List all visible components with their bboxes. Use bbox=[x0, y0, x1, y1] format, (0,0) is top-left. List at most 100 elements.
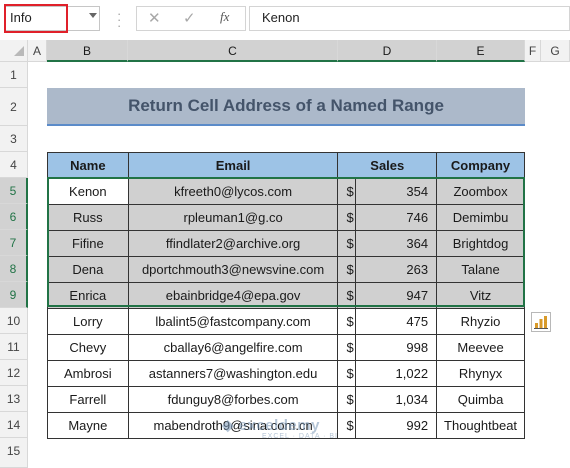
column-header-c[interactable]: C bbox=[128, 40, 338, 62]
insert-function-icon[interactable]: fx bbox=[220, 9, 229, 25]
cell-company[interactable]: Demimbu bbox=[436, 204, 525, 231]
column-header-d[interactable]: D bbox=[338, 40, 437, 62]
cell-sales[interactable]: 354 bbox=[355, 178, 438, 205]
row-header-15[interactable]: 15 bbox=[0, 438, 28, 468]
row-header-9[interactable]: 9 bbox=[0, 282, 28, 308]
cell-name[interactable]: Enrica bbox=[47, 282, 129, 309]
cell-email[interactable]: cballay6@angelfire.com bbox=[127, 334, 339, 361]
table-row: Ambrosi astanners7@washington.edu $ 1,02… bbox=[47, 360, 525, 387]
cell-currency[interactable]: $ bbox=[337, 204, 357, 231]
cell-company[interactable]: Brightdog bbox=[436, 230, 525, 257]
header-company[interactable]: Company bbox=[436, 152, 525, 179]
table-row: Chevy cballay6@angelfire.com $ 998 Meeve… bbox=[47, 334, 525, 361]
row-header-6[interactable]: 6 bbox=[0, 204, 28, 230]
table-row: Kenon kfreeth0@lycos.com $ 354 Zoombox bbox=[47, 178, 525, 205]
cell-currency[interactable]: $ bbox=[337, 308, 357, 335]
header-name[interactable]: Name bbox=[47, 152, 129, 179]
cancel-icon[interactable]: ✕ bbox=[148, 9, 161, 27]
cell-name[interactable]: Farrell bbox=[47, 386, 129, 413]
row-header-10[interactable]: 10 bbox=[0, 308, 28, 334]
quick-analysis-button[interactable] bbox=[531, 312, 551, 332]
cell-email[interactable]: astanners7@washington.edu bbox=[127, 360, 339, 387]
cell-email[interactable]: ffindlater2@archive.org bbox=[127, 230, 339, 257]
cell-sales[interactable]: 992 bbox=[355, 412, 438, 439]
cell-name[interactable]: Russ bbox=[47, 204, 129, 231]
cell-name[interactable]: Fifine bbox=[47, 230, 129, 257]
row-header-1[interactable]: 1 bbox=[0, 62, 28, 88]
cell-name[interactable]: Chevy bbox=[47, 334, 129, 361]
row-header-13[interactable]: 13 bbox=[0, 386, 28, 412]
table-row: Enrica ebainbridge4@epa.gov $ 947 Vitz bbox=[47, 282, 525, 309]
cell-sales[interactable]: 263 bbox=[355, 256, 438, 283]
table-row: Fifine ffindlater2@archive.org $ 364 Bri… bbox=[47, 230, 525, 257]
cell-currency[interactable]: $ bbox=[337, 334, 357, 361]
name-box-value: Info bbox=[10, 10, 32, 25]
cell-name[interactable]: Mayne bbox=[47, 412, 129, 439]
table-row: Russ rpleuman1@g.co $ 746 Demimbu bbox=[47, 204, 525, 231]
cell-company[interactable]: Quimba bbox=[436, 386, 525, 413]
cell-currency[interactable]: $ bbox=[337, 256, 357, 283]
cell-sales[interactable]: 364 bbox=[355, 230, 438, 257]
cell-sales[interactable]: 746 bbox=[355, 204, 438, 231]
cell-sales[interactable]: 947 bbox=[355, 282, 438, 309]
row-header-12[interactable]: 12 bbox=[0, 360, 28, 386]
watermark-brand: exceldemy bbox=[238, 417, 320, 434]
cell-email[interactable]: ebainbridge4@epa.gov bbox=[127, 282, 339, 309]
cell-email[interactable]: dportchmouth3@newsvine.com bbox=[127, 256, 339, 283]
column-header-a[interactable]: A bbox=[28, 40, 47, 62]
sheet-title[interactable]: Return Cell Address of a Named Range bbox=[47, 88, 525, 126]
cell-company[interactable]: Talane bbox=[436, 256, 525, 283]
enter-check-icon[interactable]: ✓ bbox=[183, 9, 196, 27]
table-row: Dena dportchmouth3@newsvine.com $ 263 Ta… bbox=[47, 256, 525, 283]
column-header-g[interactable]: G bbox=[541, 40, 570, 62]
row-header-2[interactable]: 2 bbox=[0, 88, 28, 126]
data-table: Name Email Sales Company Kenon kfreeth0@… bbox=[47, 152, 525, 439]
row-header-5[interactable]: 5 bbox=[0, 178, 28, 204]
more-options-icon[interactable]: · · · bbox=[117, 7, 121, 32]
cell-sales[interactable]: 998 bbox=[355, 334, 438, 361]
cell-currency[interactable]: $ bbox=[337, 230, 357, 257]
cell-email[interactable]: lbalint5@fastcompany.com bbox=[127, 308, 339, 335]
cell-currency[interactable]: $ bbox=[337, 412, 357, 439]
cell-company[interactable]: Meevee bbox=[436, 334, 525, 361]
watermark-tagline: EXCEL · DATA · BI bbox=[262, 433, 338, 440]
cell-company[interactable]: Vitz bbox=[436, 282, 525, 309]
column-header-b[interactable]: B bbox=[47, 40, 128, 62]
header-email[interactable]: Email bbox=[127, 152, 339, 179]
watermark-icon: ◆ bbox=[222, 417, 239, 434]
cell-name[interactable]: Lorry bbox=[47, 308, 129, 335]
cell-company[interactable]: Rhynyx bbox=[436, 360, 525, 387]
table-row: Farrell fdunguy8@forbes.com $ 1,034 Quim… bbox=[47, 386, 525, 413]
column-header-f[interactable]: F bbox=[525, 40, 541, 62]
column-header-e[interactable]: E bbox=[437, 40, 525, 62]
row-header-4[interactable]: 4 bbox=[0, 152, 28, 178]
row-header-7[interactable]: 7 bbox=[0, 230, 28, 256]
cell-email[interactable]: fdunguy8@forbes.com bbox=[127, 386, 339, 413]
table-header-row: Name Email Sales Company bbox=[47, 152, 525, 179]
cell-name[interactable]: Dena bbox=[47, 256, 129, 283]
cell-email[interactable]: rpleuman1@g.co bbox=[127, 204, 339, 231]
cell-currency[interactable]: $ bbox=[337, 282, 357, 309]
row-header-14[interactable]: 14 bbox=[0, 412, 28, 438]
cell-company[interactable]: Zoombox bbox=[436, 178, 525, 205]
cell-currency[interactable]: $ bbox=[337, 178, 357, 205]
cell-sales[interactable]: 1,034 bbox=[355, 386, 438, 413]
cell-currency[interactable]: $ bbox=[337, 360, 357, 387]
watermark-logo: ◆ exceldemy bbox=[222, 416, 320, 434]
cell-sales[interactable]: 1,022 bbox=[355, 360, 438, 387]
formula-value: Kenon bbox=[262, 10, 300, 25]
cell-name[interactable]: Kenon bbox=[47, 178, 129, 205]
cell-company[interactable]: Rhyzio bbox=[436, 308, 525, 335]
cell-company[interactable]: Thoughtbeat bbox=[436, 412, 525, 439]
cell-sales[interactable]: 475 bbox=[355, 308, 438, 335]
cell-currency[interactable]: $ bbox=[337, 386, 357, 413]
row-header-8[interactable]: 8 bbox=[0, 256, 28, 282]
table-row: Lorry lbalint5@fastcompany.com $ 475 Rhy… bbox=[47, 308, 525, 335]
cell-email[interactable]: kfreeth0@lycos.com bbox=[127, 178, 339, 205]
cell-name[interactable]: Ambrosi bbox=[47, 360, 129, 387]
header-sales[interactable]: Sales bbox=[337, 152, 438, 179]
name-box-dropdown-icon[interactable] bbox=[89, 13, 97, 18]
row-header-11[interactable]: 11 bbox=[0, 334, 28, 360]
row-header-3[interactable]: 3 bbox=[0, 126, 28, 152]
formula-bar-area: Info · · · ✕ ✓ fx Kenon bbox=[0, 0, 570, 40]
